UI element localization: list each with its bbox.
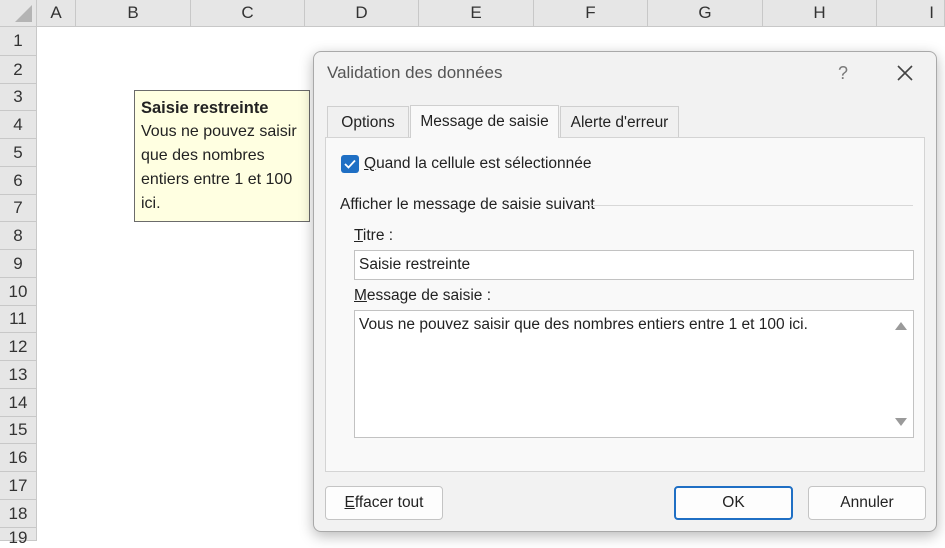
- tab-options[interactable]: Options: [327, 106, 409, 138]
- column-header-i[interactable]: I: [877, 0, 945, 27]
- row-header-9[interactable]: 9: [0, 250, 37, 278]
- ok-button[interactable]: OK: [674, 486, 793, 520]
- close-icon: [897, 65, 913, 81]
- message-textarea[interactable]: Vous ne pouvez saisir que des nombres en…: [354, 310, 914, 438]
- row-header-8[interactable]: 8: [0, 222, 37, 250]
- cancel-button[interactable]: Annuler: [808, 486, 926, 520]
- row-header-4[interactable]: 4: [0, 111, 37, 139]
- tooltip-line: que des nombres: [141, 147, 265, 164]
- row-header-5[interactable]: 5: [0, 139, 37, 167]
- title-field-label: Titre :: [354, 227, 393, 245]
- select-all-corner[interactable]: [0, 0, 37, 27]
- row-header-14[interactable]: 14: [0, 389, 37, 417]
- row-header-12[interactable]: 12: [0, 333, 37, 361]
- message-scrollbar[interactable]: [888, 312, 912, 436]
- title-input[interactable]: Saisie restreinte: [354, 250, 914, 280]
- row-header-2[interactable]: 2: [0, 56, 37, 84]
- tab-error-alert[interactable]: Alerte d'erreur: [560, 106, 679, 138]
- scroll-down-arrow-icon[interactable]: [895, 418, 907, 426]
- tooltip-line: ici.: [141, 195, 161, 212]
- row-header-1[interactable]: 1: [0, 27, 37, 56]
- label-text: uand la cellule est sélectionnée: [376, 155, 592, 172]
- row-header-18[interactable]: 18: [0, 500, 37, 528]
- group-label: Afficher le message de saisie suivant: [340, 196, 595, 213]
- tooltip-title: Saisie restreinte: [141, 99, 269, 117]
- tooltip-line: Vous ne pouvez saisir: [141, 123, 297, 140]
- accelerator-key: M: [354, 287, 367, 304]
- column-header-c[interactable]: C: [191, 0, 305, 27]
- row-header-19[interactable]: 19: [0, 528, 37, 547]
- label-text: itre :: [362, 227, 394, 244]
- message-field-label: Message de saisie :: [354, 287, 491, 305]
- show-message-checkbox[interactable]: [341, 155, 359, 173]
- column-header-f[interactable]: F: [534, 0, 648, 27]
- column-header-d[interactable]: D: [305, 0, 419, 27]
- show-message-checkbox-label[interactable]: Quand la cellule est sélectionnée: [364, 155, 592, 173]
- row-header-13[interactable]: 13: [0, 361, 37, 389]
- button-label: ffacer tout: [354, 494, 424, 511]
- accelerator-key: T: [354, 227, 363, 244]
- row-header-11[interactable]: 11: [0, 306, 37, 333]
- clear-all-button[interactable]: Effacer tout: [325, 486, 443, 520]
- row-header-15[interactable]: 15: [0, 417, 37, 444]
- select-all-triangle-icon: [15, 5, 32, 22]
- close-button[interactable]: [892, 60, 918, 86]
- row-header-7[interactable]: 7: [0, 195, 37, 222]
- label-text: essage de saisie :: [366, 287, 491, 304]
- column-header-a[interactable]: A: [37, 0, 76, 27]
- help-button[interactable]: ?: [832, 61, 854, 85]
- input-message-tooltip: Saisie restreinte Vous ne pouvez saisir …: [134, 90, 310, 222]
- message-text: Vous ne pouvez saisir que des nombres en…: [359, 316, 808, 333]
- tab-panel-input-message: Quand la cellule est sélectionnée Affich…: [325, 137, 925, 472]
- row-header-10[interactable]: 10: [0, 278, 37, 306]
- tooltip-line: entiers entre 1 et 100: [141, 171, 293, 188]
- data-validation-dialog: Validation des données ? Options Message…: [313, 51, 937, 532]
- tab-input-message[interactable]: Message de saisie: [410, 105, 559, 138]
- checkmark-icon: [344, 159, 356, 169]
- column-header-g[interactable]: G: [648, 0, 763, 27]
- row-header-16[interactable]: 16: [0, 444, 37, 472]
- dialog-title: Validation des données: [327, 63, 503, 82]
- scroll-up-arrow-icon[interactable]: [895, 322, 907, 330]
- group-divider: [588, 205, 913, 206]
- row-header-3[interactable]: 3: [0, 84, 37, 111]
- column-header-h[interactable]: H: [763, 0, 877, 27]
- accelerator-key: Q: [364, 155, 377, 172]
- column-header-b[interactable]: B: [76, 0, 191, 27]
- row-header-17[interactable]: 17: [0, 472, 37, 500]
- column-header-e[interactable]: E: [419, 0, 534, 27]
- accelerator-key: E: [344, 494, 355, 511]
- row-header-6[interactable]: 6: [0, 167, 37, 195]
